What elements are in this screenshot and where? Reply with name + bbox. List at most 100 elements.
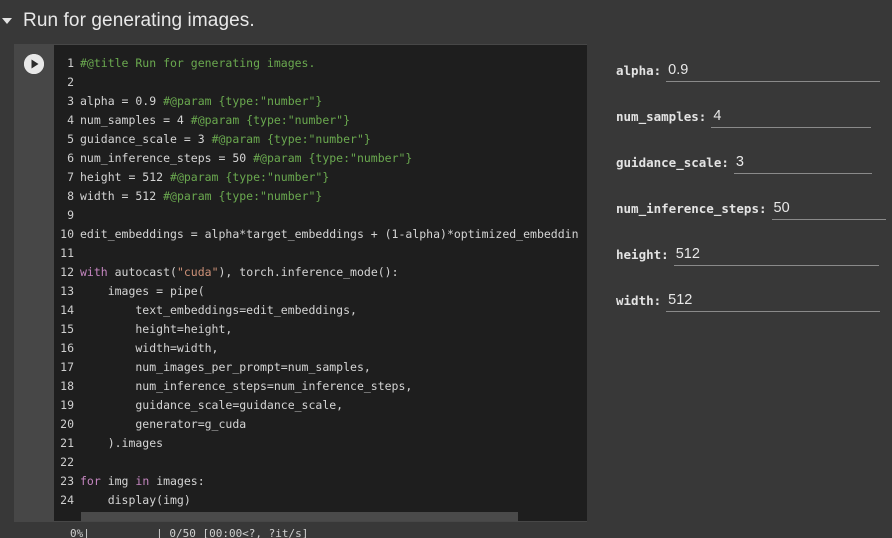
code-line[interactable]: 5 guidance_scale = 3 #@param {type:"numbe… [54, 130, 587, 149]
line-number: 16 [60, 341, 74, 355]
code-token: #@param {type:"number"} [253, 151, 413, 165]
code-text: num_inference_steps = 50 #@param {type:"… [80, 149, 412, 168]
code-line[interactable]: 12 with autocast("cuda"), torch.inference… [54, 263, 587, 282]
code-token: for [80, 474, 101, 488]
code-token: guidance_scale = 3 [80, 132, 212, 146]
code-line[interactable]: 6 num_inference_steps = 50 #@param {type:… [54, 149, 587, 168]
line-number: 10 [60, 227, 74, 241]
section-header[interactable]: Run for generating images. [0, 0, 892, 42]
code-line[interactable]: 11 [54, 244, 587, 263]
code-token: width=width, [80, 341, 219, 355]
code-token: height=height, [80, 322, 233, 336]
code-token: ).images [80, 436, 164, 450]
code-line[interactable]: 13 images = pipe( [54, 282, 587, 301]
line-number: 19 [60, 398, 74, 412]
line-number: 9 [67, 208, 74, 222]
caret-down-icon[interactable] [2, 18, 12, 24]
line-number: 2 [67, 75, 74, 89]
code-token: guidance_scale=guidance_scale, [80, 398, 344, 412]
code-line[interactable]: 18 num_inference_steps=num_inference_ste… [54, 377, 587, 396]
code-text: width=width, [80, 339, 218, 358]
line-number: 6 [67, 151, 74, 165]
code-token: num_inference_steps=num_inference_steps, [80, 379, 413, 393]
code-token: alpha = 0.9 [80, 94, 164, 108]
code-token: autocast( [107, 265, 177, 279]
code-token: #@title Run for generating images. [80, 56, 316, 70]
code-token: generator=g_cuda [80, 417, 247, 431]
line-number: 5 [67, 132, 74, 146]
line-number: 8 [67, 189, 74, 203]
code-line[interactable]: 10 edit_embeddings = alpha*target_embeddi… [54, 225, 587, 244]
horizontal-scrollbar[interactable] [81, 512, 518, 521]
code-text: height=height, [80, 320, 232, 339]
line-number: 20 [60, 417, 74, 431]
param-row-alpha: alpha: [616, 56, 881, 82]
code-token: in [135, 474, 150, 488]
code-text: height = 512 #@param {type:"number"} [80, 168, 329, 187]
notebook-page: Run for generating images. 1 #@title Run … [0, 0, 892, 538]
code-line[interactable]: 7 height = 512 #@param {type:"number"} [54, 168, 587, 187]
code-text: #@title Run for generating images. [80, 54, 315, 73]
code-text: num_inference_steps=num_inference_steps, [80, 377, 412, 396]
run-cell-button[interactable] [24, 54, 44, 74]
alpha-input[interactable] [666, 58, 881, 82]
play-icon [24, 54, 44, 74]
num-samples-input[interactable] [711, 104, 872, 128]
line-number: 22 [60, 455, 74, 469]
code-line[interactable]: 21 ).images [54, 434, 587, 453]
code-token: #@param {type:"number"} [211, 132, 371, 146]
code-line[interactable]: 23 for img in images: [54, 472, 587, 491]
line-number: 17 [60, 360, 74, 374]
code-line[interactable]: 4 num_samples = 4 #@param {type:"number"} [54, 111, 587, 130]
code-token: "cuda" [176, 265, 219, 279]
code-token: display(img) [80, 493, 191, 507]
code-line[interactable]: 3 alpha = 0.9 #@param {type:"number"} [54, 92, 587, 111]
cell-output: 0%| | 0/50 [00:00<?, ?it/s] [70, 527, 309, 538]
code-token: num_images_per_prompt=num_samples, [80, 360, 371, 374]
code-line[interactable]: 15 height=height, [54, 320, 587, 339]
code-text: display(img) [80, 491, 191, 510]
code-line[interactable]: 24 display(img) [54, 491, 587, 510]
param-row-num-samples: num_samples: [616, 102, 872, 128]
code-text: text_embeddings=edit_embeddings, [80, 301, 357, 320]
code-text: with autocast("cuda"), torch.inference_m… [80, 263, 399, 282]
line-number: 23 [60, 474, 74, 488]
param-row-width: width: [616, 286, 881, 312]
code-token: num_samples = 4 [80, 113, 191, 127]
code-line[interactable]: 9 [54, 206, 587, 225]
code-text: ).images [80, 434, 163, 453]
line-number: 12 [60, 265, 74, 279]
code-line[interactable]: 22 [54, 453, 587, 472]
code-line[interactable]: 8 width = 512 #@param {type:"number"} [54, 187, 587, 206]
code-line[interactable]: 1 #@title Run for generating images. [54, 54, 587, 73]
code-token: images: [149, 474, 205, 488]
width-input[interactable] [666, 288, 881, 312]
code-token: #@param {type:"number"} [170, 170, 330, 184]
code-token: with [80, 265, 108, 279]
line-number: 11 [60, 246, 74, 260]
code-line[interactable]: 20 generator=g_cuda [54, 415, 587, 434]
code-line[interactable]: 16 width=width, [54, 339, 587, 358]
code-text: width = 512 #@param {type:"number"} [80, 187, 322, 206]
line-number: 7 [67, 170, 74, 184]
line-number: 24 [60, 493, 74, 507]
code-token: width = 512 [80, 189, 164, 203]
code-token: #@param {type:"number"} [190, 113, 351, 127]
code-text: guidance_scale=guidance_scale, [80, 396, 343, 415]
height-input[interactable] [673, 242, 879, 266]
code-editor[interactable]: 1 #@title Run for generating images. 2 3 alp… [54, 45, 587, 521]
code-token: text_embeddings=edit_embeddings, [80, 303, 357, 317]
code-line[interactable]: 14 text_embeddings=edit_embeddings, [54, 301, 587, 320]
line-number: 4 [67, 113, 74, 127]
param-label: guidance_scale: [616, 155, 729, 170]
code-token: num_inference_steps = 50 [80, 151, 254, 165]
line-number: 21 [60, 436, 74, 450]
code-line[interactable]: 17 num_images_per_prompt=num_samples, [54, 358, 587, 377]
param-label: num_samples: [616, 109, 707, 124]
param-row-num-inference-steps: num_inference_steps: [616, 194, 886, 220]
code-line[interactable]: 2 [54, 73, 587, 92]
code-line[interactable]: 19 guidance_scale=guidance_scale, [54, 396, 587, 415]
guidance-scale-input[interactable] [733, 150, 872, 174]
code-text: alpha = 0.9 #@param {type:"number"} [80, 92, 322, 111]
num-inference-steps-input[interactable] [771, 196, 886, 220]
